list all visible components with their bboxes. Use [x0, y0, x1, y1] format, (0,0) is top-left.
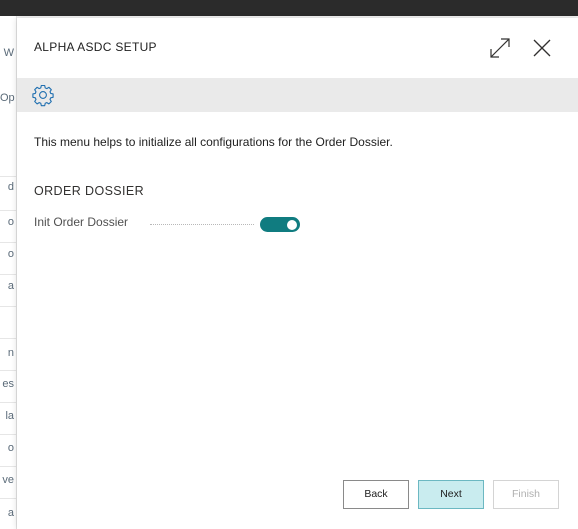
background-divider [0, 402, 16, 403]
back-button[interactable]: Back [343, 480, 409, 509]
background-divider [0, 434, 16, 435]
background-divider [0, 176, 16, 177]
intro-text: This menu helps to initialize all config… [34, 135, 393, 149]
background-text-fragment: o [7, 216, 14, 228]
background-text-fragment: la [5, 410, 14, 422]
background-text-fragment: W [3, 47, 14, 59]
expand-button[interactable] [487, 35, 513, 61]
close-icon [533, 39, 551, 57]
background-divider [0, 210, 16, 211]
toggle-knob [287, 219, 297, 230]
background-text-fragment: o [7, 442, 14, 454]
next-button[interactable]: Next [418, 480, 484, 509]
field-leader-dots [150, 224, 254, 225]
init-order-dossier-label: Init Order Dossier [34, 215, 129, 229]
action-bar [17, 78, 578, 112]
gear-icon [32, 84, 54, 107]
background-text-fragment: d [7, 181, 14, 193]
background-text-fragment: n [7, 347, 14, 359]
background-divider [0, 370, 16, 371]
app-top-bar [0, 0, 578, 16]
background-text-fragment: ve [2, 474, 14, 486]
background-text-fragment: o [7, 248, 14, 260]
background-divider [0, 306, 16, 307]
background-divider [0, 466, 16, 467]
expand-icon [490, 38, 510, 58]
setup-dialog: ALPHA ASDC SETUP This menu helps to init… [17, 18, 578, 529]
init-order-dossier-toggle[interactable] [260, 217, 300, 232]
settings-button[interactable] [31, 83, 55, 107]
finish-button[interactable]: Finish [493, 480, 559, 509]
background-divider [0, 338, 16, 339]
background-divider [0, 242, 16, 243]
background-divider [0, 498, 16, 499]
section-title: ORDER DOSSIER [34, 184, 145, 198]
screen: W Op d o o a n es la o ve a ALPHA ASDC S… [0, 0, 578, 529]
background-text-fragment: a [7, 280, 14, 292]
background-text-fragment: Op [0, 92, 15, 104]
background-text-fragment: es [2, 378, 14, 390]
background-text-fragment: a [7, 507, 14, 519]
background-page: W Op d o o a n es la o ve a [0, 16, 17, 529]
background-divider [0, 274, 16, 275]
close-button[interactable] [529, 35, 555, 61]
dialog-title: ALPHA ASDC SETUP [34, 40, 157, 54]
